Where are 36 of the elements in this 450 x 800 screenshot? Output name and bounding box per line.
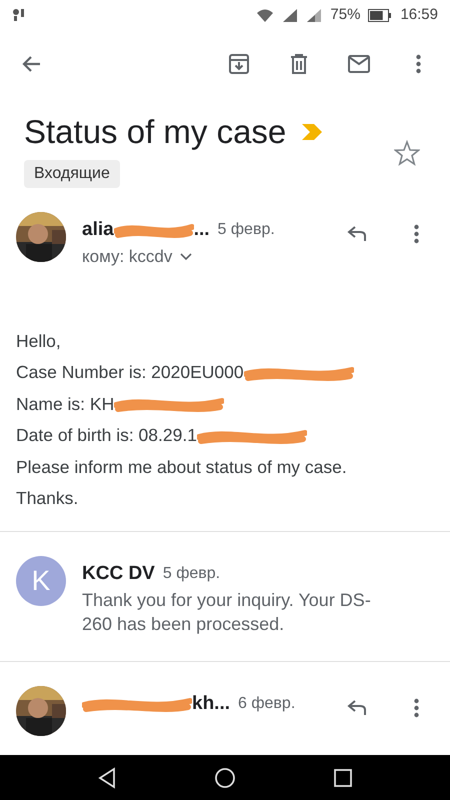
message-date: 5 февр. bbox=[218, 220, 275, 240]
clock: 16:59 bbox=[400, 4, 438, 25]
message-snippet: Thank you for your inquiry. Your DS-260 has been processed. bbox=[82, 589, 372, 636]
sender-name: kh... bbox=[192, 692, 230, 716]
sender-name: ... bbox=[194, 218, 210, 242]
message-date: 6 февр. bbox=[238, 694, 296, 714]
avatar: K bbox=[16, 556, 66, 606]
inbox-label: Входящие bbox=[24, 160, 120, 188]
battery-icon bbox=[368, 8, 392, 22]
star-icon bbox=[394, 140, 420, 166]
sender-name: KCC DV bbox=[82, 562, 155, 586]
recents-icon bbox=[332, 766, 354, 788]
wifi-icon bbox=[256, 8, 274, 22]
more-icon bbox=[414, 224, 419, 244]
battery-percentage: 75% bbox=[330, 4, 360, 25]
home-icon bbox=[214, 766, 236, 788]
notification-icon bbox=[12, 7, 26, 23]
chevron-down-icon[interactable] bbox=[180, 252, 192, 261]
body-text-line: Case Number is: 2020EU000 bbox=[16, 361, 244, 384]
body-text-line: Hello, bbox=[16, 330, 61, 353]
message-date: 5 февр. bbox=[162, 564, 220, 584]
recipient-line: кому: kccdv bbox=[82, 246, 172, 268]
importance-marker-icon[interactable] bbox=[302, 124, 322, 140]
more-icon bbox=[414, 698, 419, 718]
more-icon bbox=[416, 54, 421, 74]
back-icon bbox=[96, 766, 118, 788]
sender-name: alia bbox=[82, 218, 114, 242]
envelope-icon bbox=[347, 52, 371, 76]
body-text-line: Name is: KH bbox=[16, 392, 114, 416]
body-text-line: Please inform me about status of my case. bbox=[16, 456, 347, 479]
body-text-line: Thanks. bbox=[16, 487, 78, 510]
email-subject: Status of my case bbox=[24, 112, 286, 152]
archive-icon bbox=[227, 52, 251, 76]
signal-icon bbox=[306, 8, 322, 22]
body-text-line: Date of birth is: 08.29.1 bbox=[16, 424, 197, 448]
signal-icon bbox=[282, 8, 298, 22]
